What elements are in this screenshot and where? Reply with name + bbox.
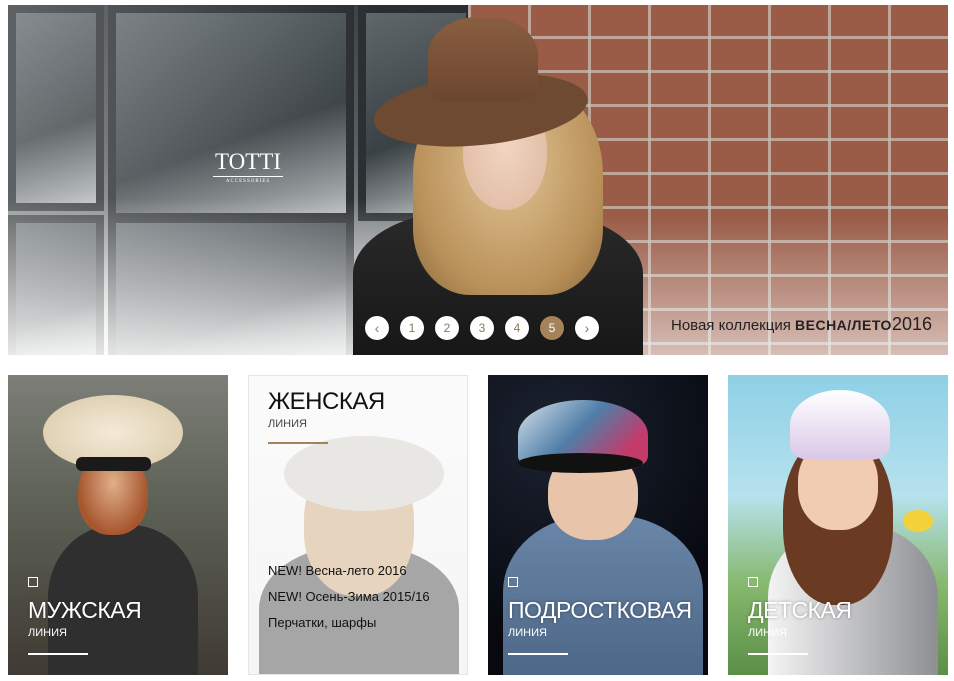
teen-figure-cap-brim bbox=[518, 453, 643, 473]
brand-logo-name: TOTTI bbox=[214, 149, 281, 174]
women-link-spring-summer[interactable]: NEW! Весна-лето 2016 bbox=[268, 558, 430, 584]
tagline-year: 2016 bbox=[891, 314, 932, 334]
women-link-autumn-winter[interactable]: NEW! Осень-Зима 2015/16 bbox=[268, 584, 430, 610]
slider-page-5[interactable]: 5 bbox=[540, 316, 564, 340]
hero-banner[interactable]: TOTTI ACCESSORIES ‹ 1 2 3 4 5 › Новая ко… bbox=[8, 5, 948, 355]
kids-card-title: ДЕТСКАЯ bbox=[748, 597, 852, 623]
category-card-women[interactable]: ЖЕНСКАЯ ЛИНИЯ NEW! Весна-лето 2016 NEW! … bbox=[248, 375, 468, 675]
kids-card-underline bbox=[748, 653, 808, 655]
kids-card-subtitle: ЛИНИЯ bbox=[748, 627, 787, 639]
slider-prev-button[interactable]: ‹ bbox=[365, 316, 389, 340]
slider-page-1[interactable]: 1 bbox=[400, 316, 424, 340]
collection-tagline: Новая коллекция ВЕСНА/ЛЕТО2016 bbox=[671, 314, 932, 335]
men-figure-sunglasses bbox=[76, 457, 151, 471]
teen-card-underline bbox=[508, 653, 568, 655]
teen-card-title: ПОДРОСТКОВАЯ bbox=[508, 597, 692, 623]
women-card-subtitle: ЛИНИЯ bbox=[268, 418, 307, 430]
tagline-season: ВЕСНА/ЛЕТО bbox=[795, 317, 892, 333]
slider-next-button[interactable]: › bbox=[575, 316, 599, 340]
men-card-title: МУЖСКАЯ bbox=[28, 597, 142, 623]
brand-logo[interactable]: TOTTI ACCESSORIES bbox=[213, 150, 283, 184]
teen-card-subtitle: ЛИНИЯ bbox=[508, 627, 547, 639]
slider-pagination: ‹ 1 2 3 4 5 › bbox=[365, 316, 599, 340]
square-outline-icon bbox=[28, 577, 38, 587]
women-links-list: NEW! Весна-лето 2016 NEW! Осень-Зима 201… bbox=[268, 558, 430, 636]
slider-page-3[interactable]: 3 bbox=[470, 316, 494, 340]
square-outline-icon bbox=[748, 577, 758, 587]
category-card-men[interactable]: МУЖСКАЯ ЛИНИЯ bbox=[8, 375, 228, 675]
men-card-subtitle: ЛИНИЯ bbox=[28, 627, 67, 639]
women-card-title: ЖЕНСКАЯ bbox=[268, 388, 385, 415]
women-card-underline bbox=[268, 442, 328, 444]
brand-logo-sub: ACCESSORIES bbox=[213, 176, 283, 184]
square-outline-icon bbox=[508, 577, 518, 587]
men-card-underline bbox=[28, 653, 88, 655]
kids-figure-hat bbox=[790, 390, 890, 460]
chevron-right-icon: › bbox=[584, 320, 590, 336]
category-card-kids[interactable]: ДЕТСКАЯ ЛИНИЯ bbox=[728, 375, 948, 675]
slider-page-4[interactable]: 4 bbox=[505, 316, 529, 340]
kids-figure-bird bbox=[903, 510, 933, 532]
slider-page-2[interactable]: 2 bbox=[435, 316, 459, 340]
women-link-gloves-scarves[interactable]: Перчатки, шарфы bbox=[268, 610, 430, 636]
model-hat-crown bbox=[428, 17, 538, 102]
chevron-left-icon: ‹ bbox=[374, 320, 380, 336]
category-card-teen[interactable]: ПОДРОСТКОВАЯ ЛИНИЯ bbox=[488, 375, 708, 675]
tagline-prefix: Новая коллекция bbox=[670, 317, 791, 334]
